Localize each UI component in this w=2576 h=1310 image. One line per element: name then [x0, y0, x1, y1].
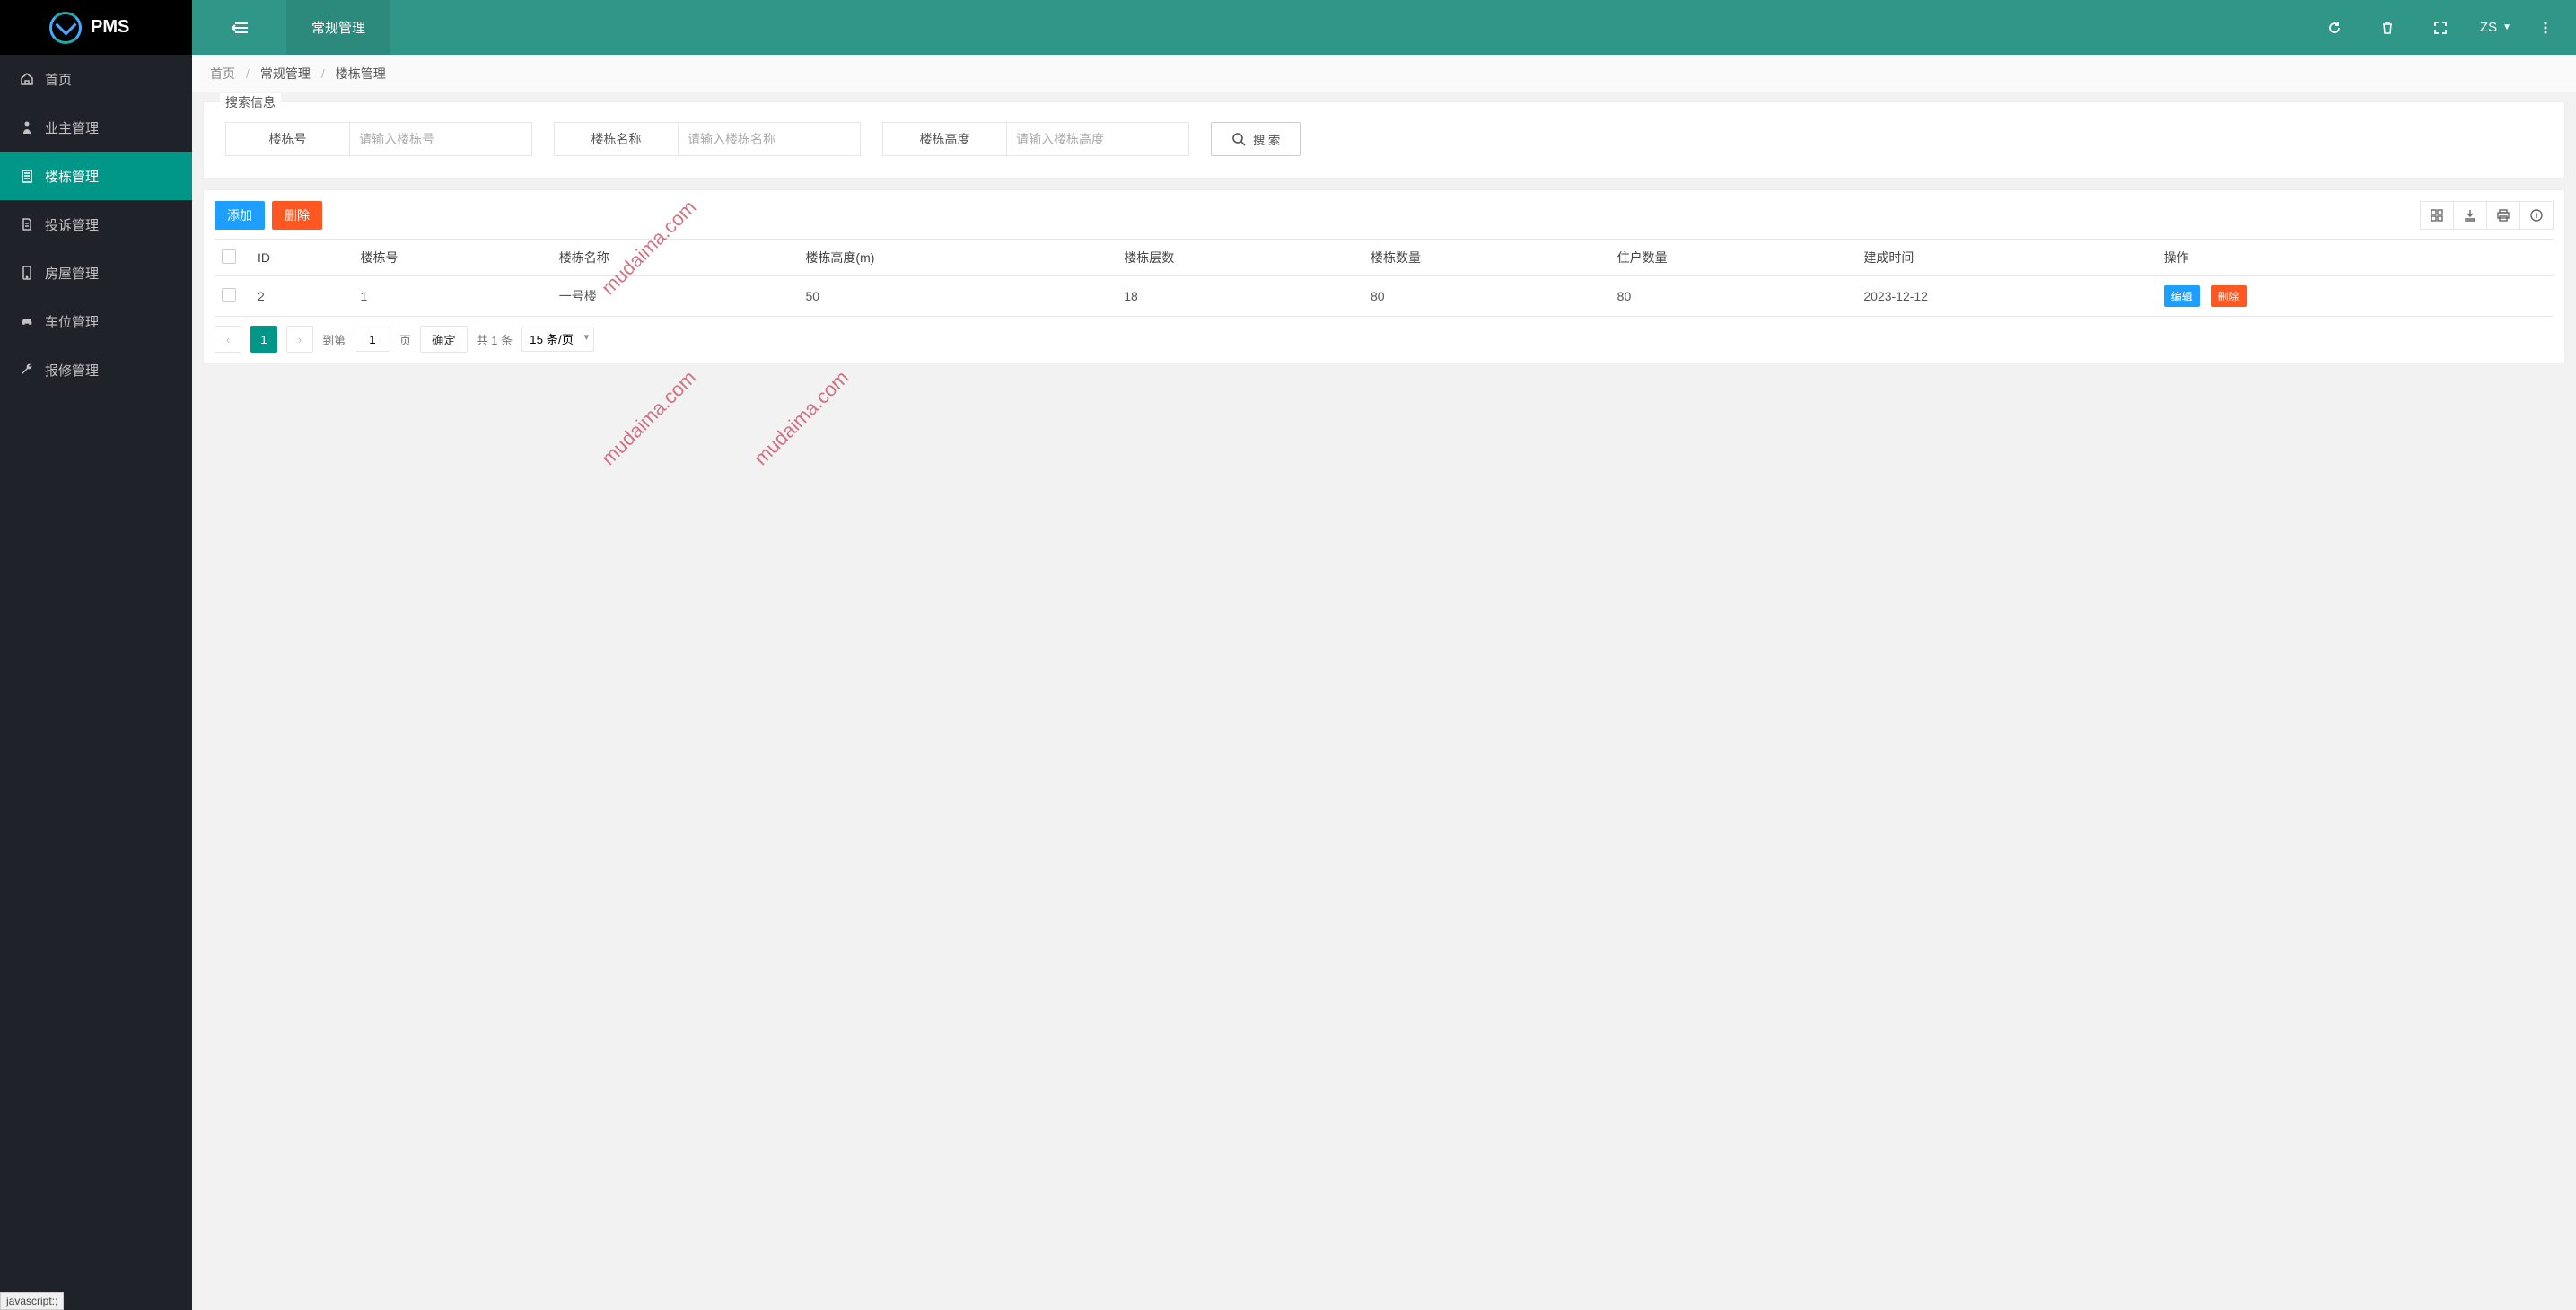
search-legend: 搜索信息: [220, 93, 281, 111]
tab-current[interactable]: 常规管理: [286, 0, 390, 55]
export-icon[interactable]: [2453, 201, 2487, 230]
prev-page-button[interactable]: ‹: [215, 326, 241, 353]
info-icon[interactable]: [2519, 201, 2554, 230]
th-name: 楼栋名称: [552, 240, 799, 276]
user-name: ZS: [2480, 20, 2497, 35]
user-icon: [20, 120, 34, 135]
breadcrumb: 首页 / 常规管理 / 楼栋管理: [192, 55, 2576, 92]
th-actions: 操作: [2157, 240, 2554, 276]
cell-num: 1: [353, 276, 551, 317]
th-households: 住户数量: [1610, 240, 1857, 276]
field-label: 楼栋号: [225, 122, 349, 156]
page-number[interactable]: 1: [250, 326, 277, 353]
pagination: ‹ 1 › 到第 页 确定 共 1 条 15 条/页: [215, 317, 2554, 353]
field-label: 楼栋高度: [882, 122, 1006, 156]
wrench-icon: [20, 362, 34, 377]
sidebar-item-label: 楼栋管理: [45, 167, 99, 186]
th-id: ID: [250, 240, 353, 276]
sidebar: PMS 首页 业主管理 楼栋管理: [0, 0, 192, 1310]
perpage-select[interactable]: 15 条/页: [521, 327, 594, 352]
sidebar-item-label: 业主管理: [45, 118, 99, 137]
menu-toggle[interactable]: [192, 0, 286, 55]
th-built: 建成时间: [1856, 240, 2156, 276]
sidebar-item-label: 房屋管理: [45, 264, 99, 283]
sidebar-item-home[interactable]: 首页: [0, 55, 192, 103]
sidebar-item-label: 首页: [45, 70, 72, 89]
table-card: 添加 删除: [203, 189, 2565, 364]
add-button[interactable]: 添加: [215, 201, 265, 230]
nav: 首页 业主管理 楼栋管理 投诉管理: [0, 55, 192, 1310]
row-edit-button[interactable]: 编辑: [2164, 285, 2200, 307]
cell-height: 50: [798, 276, 1117, 317]
building-icon: [20, 169, 34, 183]
trash-icon[interactable]: [2374, 13, 2401, 42]
crumb-home[interactable]: 首页: [206, 65, 239, 83]
cell-count: 80: [1363, 276, 1610, 317]
sidebar-item-parking[interactable]: 车位管理: [0, 297, 192, 345]
delete-button[interactable]: 删除: [272, 201, 322, 230]
sidebar-item-label: 报修管理: [45, 361, 99, 380]
crumb-section[interactable]: 常规管理: [257, 65, 314, 83]
field-label: 楼栋名称: [554, 122, 678, 156]
logo-icon: [49, 12, 82, 44]
select-all-checkbox[interactable]: [222, 249, 236, 264]
page-confirm-button[interactable]: 确定: [420, 326, 468, 353]
watermark: mudaima.com: [749, 366, 854, 470]
sidebar-item-owner[interactable]: 业主管理: [0, 103, 192, 152]
th-num: 楼栋号: [353, 240, 551, 276]
field-building-num: 楼栋号: [225, 122, 532, 156]
app-name: PMS: [91, 17, 129, 38]
sidebar-item-label: 投诉管理: [45, 215, 99, 234]
logo-area: PMS: [0, 0, 192, 55]
tab-label: 常规管理: [311, 18, 365, 37]
th-floors: 楼栋层数: [1117, 240, 1363, 276]
chevron-down-icon: ▼: [2502, 22, 2511, 32]
field-building-height: 楼栋高度: [882, 122, 1189, 156]
cell-floors: 18: [1117, 276, 1363, 317]
total-label: 共 1 条: [477, 331, 513, 348]
cell-name: 一号楼: [552, 276, 799, 317]
file-icon: [20, 217, 34, 231]
row-delete-button[interactable]: 删除: [2211, 285, 2247, 307]
table-row: 2 1 一号楼 50 18 80 80 2023-12-12 编辑 删除: [215, 276, 2554, 317]
topbar: 常规管理 ZS ▼: [192, 0, 2576, 55]
page-input[interactable]: [355, 327, 390, 352]
building-num-input[interactable]: [349, 122, 532, 156]
row-checkbox[interactable]: [222, 288, 236, 302]
th-height: 楼栋高度(m): [798, 240, 1117, 276]
search-button[interactable]: 搜 索: [1211, 122, 1301, 156]
building-name-input[interactable]: [678, 122, 861, 156]
crumb-page: 楼栋管理: [332, 65, 390, 83]
more-icon[interactable]: [2537, 13, 2554, 42]
phone-icon: [20, 266, 34, 280]
th-count: 楼栋数量: [1363, 240, 1610, 276]
home-icon: [20, 72, 34, 86]
sidebar-item-repair[interactable]: 报修管理: [0, 345, 192, 394]
car-icon: [20, 315, 34, 328]
data-table: ID 楼栋号 楼栋名称 楼栋高度(m) 楼栋层数 楼栋数量 住户数量 建成时间 …: [215, 239, 2554, 317]
search-button-label: 搜 索: [1253, 131, 1280, 148]
watermark: mudaima.com: [597, 366, 701, 470]
page-unit: 页: [399, 331, 411, 348]
fullscreen-icon[interactable]: [2426, 13, 2455, 42]
search-icon: [1231, 132, 1246, 146]
columns-icon[interactable]: [2420, 201, 2454, 230]
field-building-name: 楼栋名称: [554, 122, 861, 156]
cell-built: 2023-12-12: [1856, 276, 2156, 317]
sidebar-item-label: 车位管理: [45, 312, 99, 331]
sidebar-item-house[interactable]: 房屋管理: [0, 249, 192, 297]
cell-id: 2: [250, 276, 353, 317]
sidebar-item-building[interactable]: 楼栋管理: [0, 152, 192, 200]
goto-label: 到第: [322, 331, 346, 348]
next-page-button[interactable]: ›: [286, 326, 313, 353]
print-icon[interactable]: [2486, 201, 2520, 230]
building-height-input[interactable]: [1006, 122, 1189, 156]
search-panel: 搜索信息 楼栋号 楼栋名称 楼栋高度: [203, 101, 2565, 179]
refresh-icon[interactable]: [2320, 13, 2349, 42]
cell-households: 80: [1610, 276, 1857, 317]
sidebar-item-complaint[interactable]: 投诉管理: [0, 200, 192, 249]
status-bar: javascript:;: [0, 1292, 64, 1310]
user-menu[interactable]: ZS ▼: [2480, 20, 2511, 35]
